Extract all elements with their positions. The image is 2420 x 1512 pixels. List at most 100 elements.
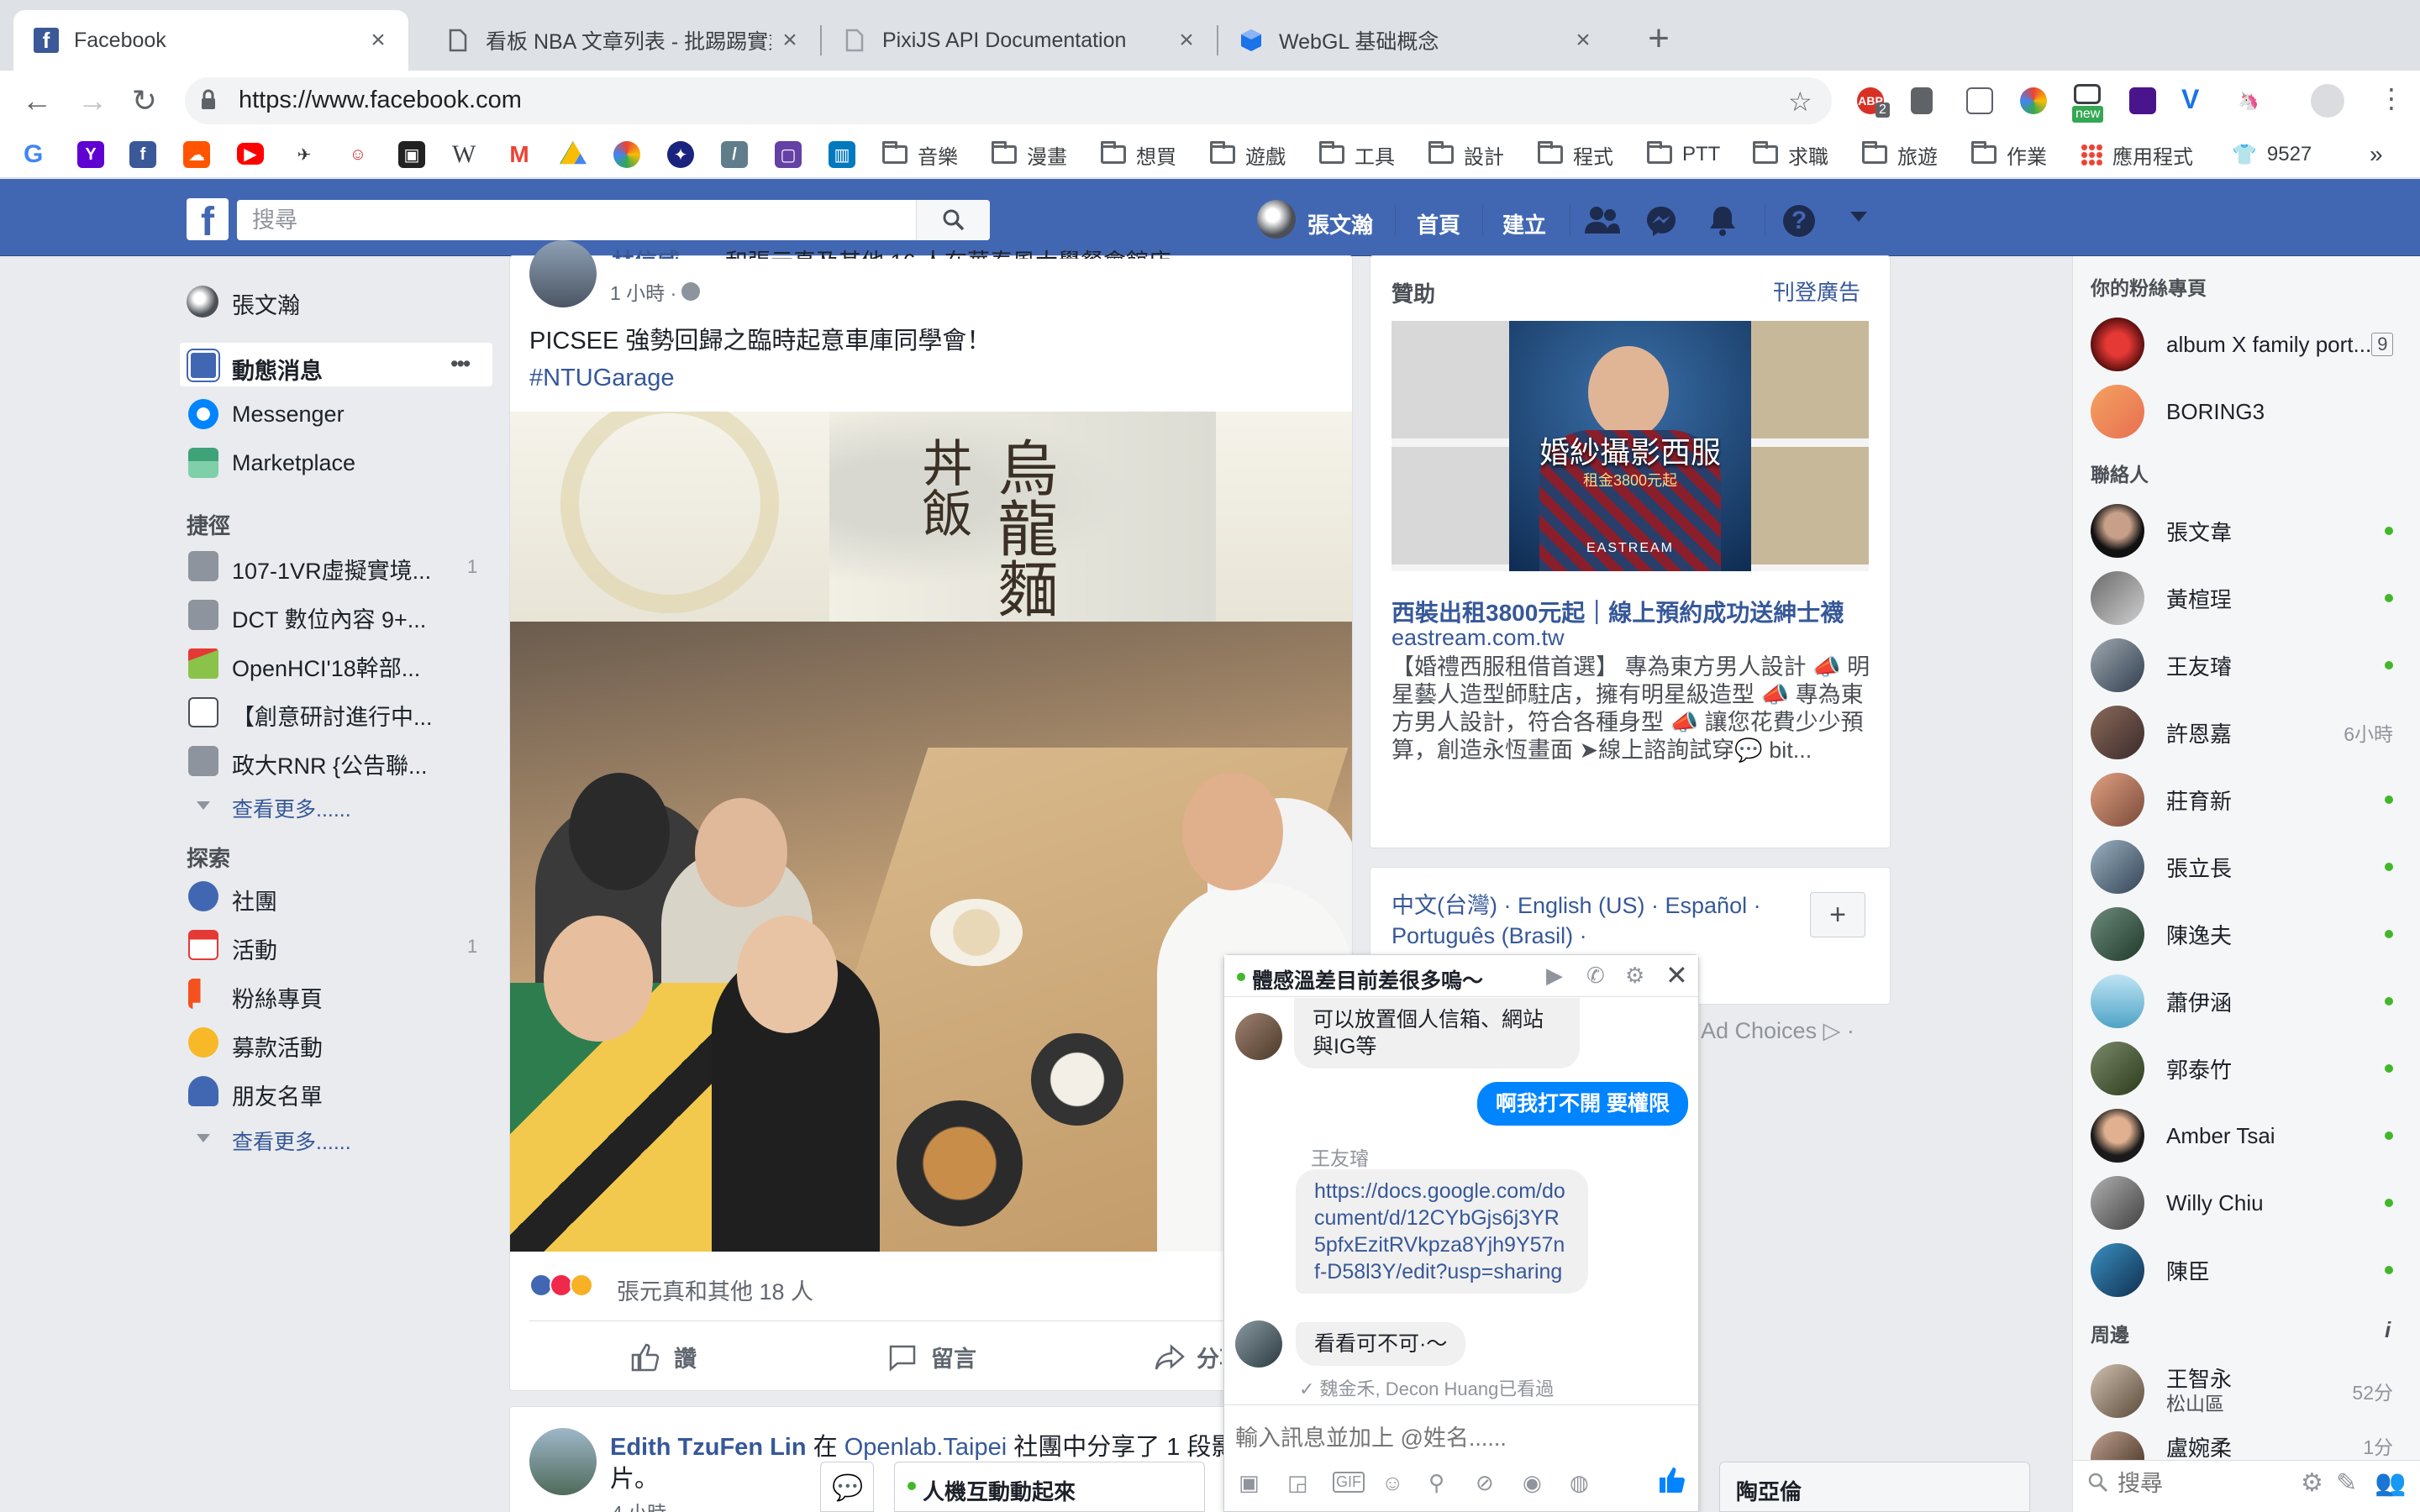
bird-icon[interactable]: ✈ (291, 141, 318, 168)
trello-icon[interactable]: ▥ (829, 141, 855, 168)
post2-time[interactable]: 4 小時 · (612, 1497, 678, 1512)
new-message-icon[interactable]: ✎ (2336, 1468, 2357, 1498)
gmail-icon[interactable]: M (506, 141, 533, 168)
sticker-icon[interactable]: ◲ (1287, 1470, 1308, 1496)
video-call-icon[interactable]: ▶ (1546, 963, 1563, 989)
ad-choices-link[interactable]: Ad Choices ▷ · (1701, 1018, 1854, 1044)
page-item[interactable]: BORING3 (2091, 385, 2393, 438)
contact-item[interactable]: 張文韋 (2091, 504, 2393, 558)
contact-item[interactable]: Willy Chiu (2091, 1176, 2393, 1230)
tab-webgl[interactable]: WebGL 基础概念 × (1218, 10, 1613, 71)
page-item[interactable]: album X family port... 9 (2091, 318, 2394, 371)
language-list[interactable]: 中文(台灣) · English (US) · Español · Portug… (1392, 890, 1795, 951)
chat-title[interactable]: 體感溫差目前差很多嗚～ (1252, 964, 1504, 995)
add-language-button[interactable]: + (1810, 892, 1865, 937)
author-avatar[interactable] (529, 240, 597, 307)
search-button[interactable] (916, 200, 990, 240)
bookmark-folder[interactable]: PTT (1647, 139, 1720, 170)
bookmark-9527[interactable]: 👕 9527 (2232, 139, 2312, 170)
link-message-bubble[interactable]: https://docs.google.com/document/d/12CYb… (1296, 1169, 1588, 1294)
menu-kebab-icon[interactable]: ⋮ (2378, 82, 2405, 114)
yahoo-icon[interactable]: Y (77, 141, 104, 168)
search-input[interactable] (237, 200, 909, 240)
color-picker-icon[interactable] (2020, 87, 2047, 114)
contact-item[interactable]: 陳臣 (2091, 1243, 2393, 1297)
google-icon[interactable]: G (24, 139, 43, 170)
apps-bookmark[interactable]: 應用程式 (2081, 139, 2193, 170)
explore-item-pages[interactable]: 粉絲專頁 (232, 981, 323, 1014)
help-icon[interactable]: ? (1783, 205, 1815, 237)
settings-gear-icon[interactable]: ⚙ (2301, 1468, 2323, 1498)
explore-item-groups[interactable]: 社團 (232, 884, 277, 916)
ad-headline[interactable]: 西裝出租3800元起｜線上預約成功送紳士襪 (1392, 595, 1879, 628)
user-avatar[interactable] (1257, 200, 1296, 239)
facebook-logo-icon[interactable]: f (187, 198, 229, 244)
bookmark-folder[interactable]: 設計 (1428, 139, 1504, 170)
bookmark-folder[interactable]: 遊戲 (1210, 139, 1286, 170)
tab-pixijs[interactable]: PixiJS API Documentation × (822, 10, 1217, 71)
profile-avatar[interactable] (187, 286, 218, 318)
tab-ptt[interactable]: 看板 NBA 文章列表 - 批踢踢實業 × (425, 10, 820, 71)
bookmark-folder[interactable]: 旅遊 (1862, 139, 1938, 170)
back-icon[interactable]: ← (20, 84, 54, 118)
photos-icon[interactable] (613, 141, 640, 168)
comment-button[interactable]: 留言 (887, 1341, 976, 1373)
info-icon[interactable]: i (2385, 1317, 2391, 1343)
contact-item[interactable]: 許恩嘉 6小時 (2091, 706, 2393, 759)
sidebar-item-marketplace[interactable]: Marketplace (232, 450, 355, 476)
phone-call-icon[interactable]: ✆ (1586, 963, 1605, 989)
extension-icon[interactable] (1966, 87, 1993, 114)
emoji-icon[interactable]: ☺ (1381, 1470, 1404, 1496)
see-more-explore[interactable]: 查看更多...... (232, 1126, 351, 1156)
settings-gear-icon[interactable]: ⚙ (1625, 963, 1644, 989)
more-options-icon[interactable]: ••• (450, 351, 471, 377)
close-icon[interactable]: ✕ (1665, 959, 1688, 991)
screen-icon[interactable] (2074, 84, 2101, 104)
ad-image[interactable]: 婚紗攝影西服 租金3800元起 EASTREAM (1392, 321, 1869, 571)
soundcloud-icon[interactable]: ☁ (183, 141, 210, 168)
extension-icon[interactable] (1911, 87, 1933, 114)
bookmark-folder[interactable]: 音樂 (882, 139, 958, 170)
forward-icon[interactable]: → (76, 84, 109, 118)
bookmark-folder[interactable]: 想買 (1101, 139, 1176, 170)
close-tab-icon[interactable]: × (780, 26, 800, 55)
bookmark-folder[interactable]: 求職 (1753, 139, 1828, 170)
create-group-icon[interactable]: 👥 (2375, 1468, 2406, 1498)
contact-item[interactable]: Amber Tsai (2091, 1109, 2393, 1163)
vue-devtools-icon[interactable]: V (2181, 84, 2199, 115)
contact-item[interactable]: 陳逸夫 (2091, 907, 2393, 961)
extension-icon[interactable] (2129, 87, 2156, 114)
bookmark-folder[interactable]: 漫畫 (992, 139, 1067, 170)
create-link[interactable]: 建立 (1502, 208, 1546, 239)
star-bookmark-icon[interactable]: ☆ (1788, 86, 1812, 118)
character-icon[interactable]: ☺ (345, 141, 371, 168)
shortcut-item[interactable]: 【創意研討進行中... (232, 699, 433, 732)
close-tab-icon[interactable]: × (1573, 26, 1593, 55)
profile-link[interactable]: 張文瀚 (1307, 208, 1373, 239)
facebook-icon[interactable]: f (129, 141, 156, 168)
gif-icon[interactable]: GIF (1333, 1472, 1365, 1493)
contact-item[interactable]: 郭泰竹 (2091, 1042, 2393, 1095)
twitch-icon[interactable]: ▢ (775, 141, 802, 168)
attachment-icon[interactable]: ⊘ (1476, 1470, 1494, 1496)
bookmark-folder[interactable]: 程式 (1538, 139, 1613, 170)
home-link[interactable]: 首頁 (1417, 208, 1460, 239)
messenger-icon[interactable] (1645, 205, 1677, 241)
camera-icon[interactable]: ◉ (1523, 1470, 1542, 1496)
see-more-shortcuts[interactable]: 查看更多...... (232, 793, 351, 823)
close-tab-icon[interactable]: × (1176, 26, 1197, 55)
contact-item[interactable]: 王友璿 (2091, 638, 2393, 692)
post-hashtag[interactable]: #NTUGarage (529, 365, 674, 392)
tool-icon[interactable]: / (721, 141, 748, 168)
contact-item[interactable]: 張立長 (2091, 840, 2393, 894)
author-avatar[interactable] (529, 1428, 597, 1495)
reaction-icons[interactable] (529, 1273, 593, 1297)
sidebar-search-input[interactable] (2118, 1465, 2286, 1502)
notifications-bell-icon[interactable] (1707, 203, 1738, 241)
sidebar-item-messenger[interactable]: Messenger (232, 402, 345, 428)
bookmarks-overflow-icon[interactable]: » (2370, 139, 2383, 170)
account-dropdown-icon[interactable] (1850, 212, 1867, 222)
voice-icon[interactable]: ◍ (1570, 1470, 1589, 1496)
contact-item[interactable]: 黃楦珵 (2091, 571, 2393, 625)
link-icon[interactable]: ⚲ (1428, 1470, 1444, 1496)
